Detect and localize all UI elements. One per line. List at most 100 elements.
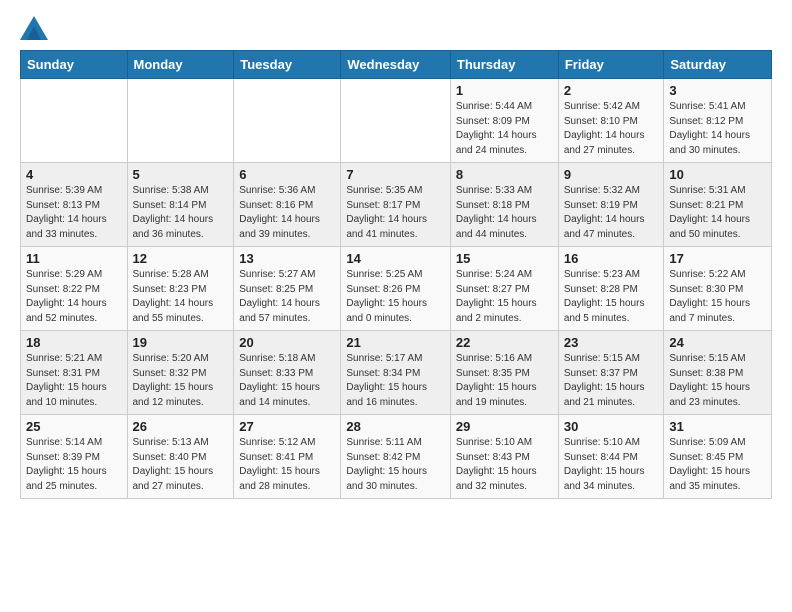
day-number: 23	[564, 335, 659, 350]
day-info: Sunrise: 5:25 AMSunset: 8:26 PMDaylight:…	[346, 268, 445, 326]
day-info: Sunrise: 5:23 AMSunset: 8:28 PMDaylight:…	[564, 268, 659, 326]
day-number: 8	[456, 167, 553, 182]
calendar-week-2: 4 Sunrise: 5:39 AMSunset: 8:13 PMDaylight…	[21, 163, 772, 247]
calendar-cell	[127, 79, 234, 163]
day-number: 21	[346, 335, 445, 350]
day-number: 29	[456, 419, 553, 434]
day-info: Sunrise: 5:29 AMSunset: 8:22 PMDaylight:…	[26, 268, 122, 326]
day-info: Sunrise: 5:10 AMSunset: 8:44 PMDaylight:…	[564, 436, 659, 494]
day-info: Sunrise: 5:10 AMSunset: 8:43 PMDaylight:…	[456, 436, 553, 494]
calendar-cell: 17 Sunrise: 5:22 AMSunset: 8:30 PMDayligh…	[664, 247, 772, 331]
day-number: 10	[669, 167, 766, 182]
day-number: 28	[346, 419, 445, 434]
day-number: 24	[669, 335, 766, 350]
calendar-cell: 21 Sunrise: 5:17 AMSunset: 8:34 PMDayligh…	[341, 331, 451, 415]
calendar-cell: 31 Sunrise: 5:09 AMSunset: 8:45 PMDayligh…	[664, 415, 772, 499]
day-number: 22	[456, 335, 553, 350]
calendar-cell: 7 Sunrise: 5:35 AMSunset: 8:17 PMDaylight…	[341, 163, 451, 247]
day-number: 5	[133, 167, 229, 182]
logo	[20, 16, 52, 40]
calendar-cell: 10Sunrise: 5:31 AMSunset: 8:21 PMDayligh…	[664, 163, 772, 247]
day-info: Sunrise: 5:13 AMSunset: 8:40 PMDaylight:…	[133, 436, 229, 494]
calendar-cell: 28 Sunrise: 5:11 AMSunset: 8:42 PMDayligh…	[341, 415, 451, 499]
day-number: 25	[26, 419, 122, 434]
weekday-header-sunday: Sunday	[21, 51, 128, 79]
day-info: Sunrise: 5:17 AMSunset: 8:34 PMDaylight:…	[346, 352, 445, 410]
day-info: Sunrise: 5:15 AMSunset: 8:38 PMDaylight:…	[669, 352, 766, 410]
day-info: Sunrise: 5:20 AMSunset: 8:32 PMDaylight:…	[133, 352, 229, 410]
calendar-cell: 30 Sunrise: 5:10 AMSunset: 8:44 PMDayligh…	[558, 415, 664, 499]
day-info: Sunrise: 5:16 AMSunset: 8:35 PMDaylight:…	[456, 352, 553, 410]
day-number: 12	[133, 251, 229, 266]
day-number: 17	[669, 251, 766, 266]
day-info: Sunrise: 5:33 AMSunset: 8:18 PMDaylight:…	[456, 184, 553, 242]
calendar-week-4: 18Sunrise: 5:21 AMSunset: 8:31 PMDayligh…	[21, 331, 772, 415]
day-number: 26	[133, 419, 229, 434]
calendar-cell: 3Sunrise: 5:41 AMSunset: 8:12 PMDaylight…	[664, 79, 772, 163]
page: SundayMondayTuesdayWednesdayThursdayFrid…	[0, 0, 792, 515]
day-info: Sunrise: 5:12 AMSunset: 8:41 PMDaylight:…	[239, 436, 335, 494]
calendar-cell: 6 Sunrise: 5:36 AMSunset: 8:16 PMDaylight…	[234, 163, 341, 247]
day-info: Sunrise: 5:38 AMSunset: 8:14 PMDaylight:…	[133, 184, 229, 242]
day-info: Sunrise: 5:28 AMSunset: 8:23 PMDaylight:…	[133, 268, 229, 326]
day-number: 2	[564, 83, 659, 98]
day-number: 11	[26, 251, 122, 266]
day-info: Sunrise: 5:41 AMSunset: 8:12 PMDaylight:…	[669, 100, 766, 158]
weekday-header-monday: Monday	[127, 51, 234, 79]
day-number: 15	[456, 251, 553, 266]
calendar-cell: 13 Sunrise: 5:27 AMSunset: 8:25 PMDayligh…	[234, 247, 341, 331]
calendar-cell: 27 Sunrise: 5:12 AMSunset: 8:41 PMDayligh…	[234, 415, 341, 499]
day-number: 19	[133, 335, 229, 350]
day-number: 27	[239, 419, 335, 434]
calendar-cell: 9 Sunrise: 5:32 AMSunset: 8:19 PMDaylight…	[558, 163, 664, 247]
calendar-cell: 26 Sunrise: 5:13 AMSunset: 8:40 PMDayligh…	[127, 415, 234, 499]
day-info: Sunrise: 5:35 AMSunset: 8:17 PMDaylight:…	[346, 184, 445, 242]
day-number: 31	[669, 419, 766, 434]
header	[20, 16, 772, 40]
day-info: Sunrise: 5:32 AMSunset: 8:19 PMDaylight:…	[564, 184, 659, 242]
day-info: Sunrise: 5:11 AMSunset: 8:42 PMDaylight:…	[346, 436, 445, 494]
calendar-cell: 1 Sunrise: 5:44 AMSunset: 8:09 PMDaylight…	[450, 79, 558, 163]
day-number: 6	[239, 167, 335, 182]
calendar-cell: 4 Sunrise: 5:39 AMSunset: 8:13 PMDaylight…	[21, 163, 128, 247]
calendar-cell: 19 Sunrise: 5:20 AMSunset: 8:32 PMDayligh…	[127, 331, 234, 415]
day-info: Sunrise: 5:09 AMSunset: 8:45 PMDaylight:…	[669, 436, 766, 494]
day-number: 9	[564, 167, 659, 182]
day-number: 14	[346, 251, 445, 266]
calendar-week-3: 11 Sunrise: 5:29 AMSunset: 8:22 PMDayligh…	[21, 247, 772, 331]
calendar-header: SundayMondayTuesdayWednesdayThursdayFrid…	[21, 51, 772, 79]
calendar-cell: 18Sunrise: 5:21 AMSunset: 8:31 PMDayligh…	[21, 331, 128, 415]
day-info: Sunrise: 5:14 AMSunset: 8:39 PMDaylight:…	[26, 436, 122, 494]
day-info: Sunrise: 5:18 AMSunset: 8:33 PMDaylight:…	[239, 352, 335, 410]
calendar-cell: 20 Sunrise: 5:18 AMSunset: 8:33 PMDayligh…	[234, 331, 341, 415]
weekday-header-friday: Friday	[558, 51, 664, 79]
calendar-week-1: 1 Sunrise: 5:44 AMSunset: 8:09 PMDaylight…	[21, 79, 772, 163]
day-info: Sunrise: 5:27 AMSunset: 8:25 PMDaylight:…	[239, 268, 335, 326]
weekday-header-thursday: Thursday	[450, 51, 558, 79]
day-info: Sunrise: 5:39 AMSunset: 8:13 PMDaylight:…	[26, 184, 122, 242]
calendar-cell	[21, 79, 128, 163]
calendar-cell	[341, 79, 451, 163]
day-number: 18	[26, 335, 122, 350]
day-number: 7	[346, 167, 445, 182]
day-number: 1	[456, 83, 553, 98]
day-number: 30	[564, 419, 659, 434]
weekday-header-wednesday: Wednesday	[341, 51, 451, 79]
calendar-cell: 5 Sunrise: 5:38 AMSunset: 8:14 PMDaylight…	[127, 163, 234, 247]
weekday-header-row: SundayMondayTuesdayWednesdayThursdayFrid…	[21, 51, 772, 79]
calendar-cell: 24 Sunrise: 5:15 AMSunset: 8:38 PMDayligh…	[664, 331, 772, 415]
calendar-cell	[234, 79, 341, 163]
day-info: Sunrise: 5:44 AMSunset: 8:09 PMDaylight:…	[456, 100, 553, 158]
calendar-cell: 15Sunrise: 5:24 AMSunset: 8:27 PMDayligh…	[450, 247, 558, 331]
calendar-week-5: 25 Sunrise: 5:14 AMSunset: 8:39 PMDayligh…	[21, 415, 772, 499]
day-number: 13	[239, 251, 335, 266]
calendar-body: 1 Sunrise: 5:44 AMSunset: 8:09 PMDaylight…	[21, 79, 772, 499]
day-info: Sunrise: 5:36 AMSunset: 8:16 PMDaylight:…	[239, 184, 335, 242]
day-number: 4	[26, 167, 122, 182]
calendar-cell: 16Sunrise: 5:23 AMSunset: 8:28 PMDayligh…	[558, 247, 664, 331]
day-info: Sunrise: 5:22 AMSunset: 8:30 PMDaylight:…	[669, 268, 766, 326]
calendar-cell: 2Sunrise: 5:42 AMSunset: 8:10 PMDaylight…	[558, 79, 664, 163]
calendar-cell: 14 Sunrise: 5:25 AMSunset: 8:26 PMDayligh…	[341, 247, 451, 331]
day-number: 20	[239, 335, 335, 350]
weekday-header-tuesday: Tuesday	[234, 51, 341, 79]
